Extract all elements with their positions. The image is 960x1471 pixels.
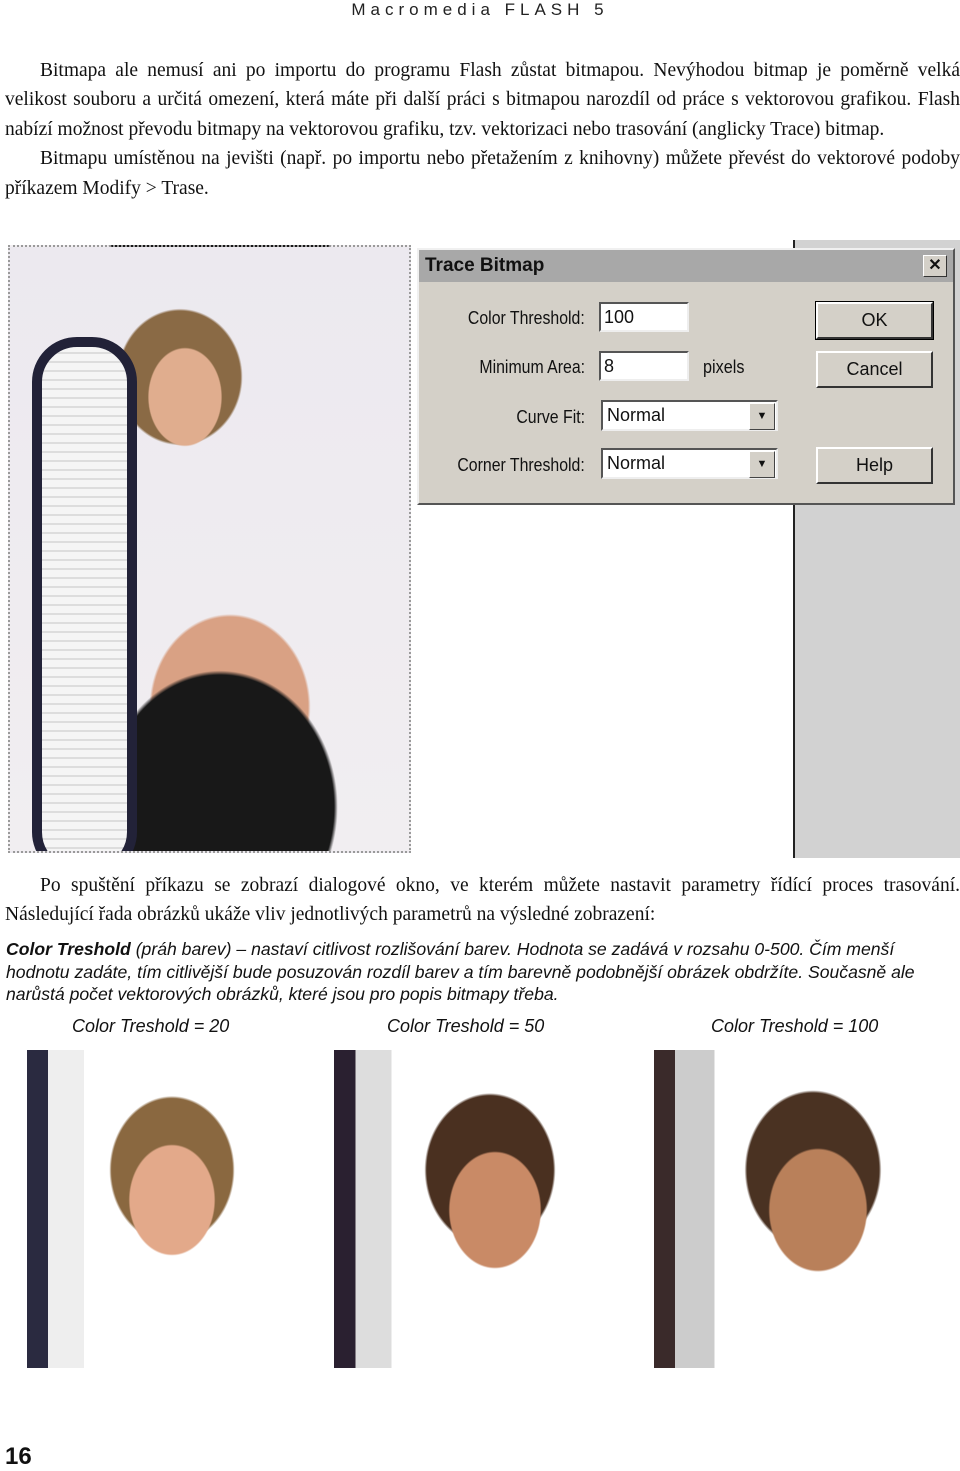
chevron-down-icon[interactable]: ▼ [749,403,775,430]
close-icon[interactable]: ✕ [923,255,947,277]
curve-fit-select[interactable]: Normal ▼ [601,400,778,431]
tennis-player-photo [8,245,411,853]
color-threshold-note: Color Treshold (práh barev) – nastaví ci… [6,938,956,1006]
cancel-button[interactable]: Cancel [816,351,933,388]
curve-fit-value: Normal [607,405,666,425]
paragraph: Bitmapu umístěnou na jevišti (např. po i… [5,148,960,199]
trace-bitmap-dialog: Trace Bitmap ✕ Color Threshold: 100 Mini… [417,248,955,505]
note-term: Color Treshold [6,939,131,959]
pixels-unit: pixels [703,357,745,377]
running-header: Macromedia FLASH 5 [351,0,609,19]
corner-threshold-select[interactable]: Normal ▼ [601,448,778,479]
curve-fit-label: Curve Fit: [516,407,585,427]
trace-result-50-image [325,1050,628,1368]
minimum-area-input[interactable]: 8 [599,351,689,381]
after-text: Po spuštění příkazu se zobrazí dialogové… [5,871,960,930]
dialog-title: Trace Bitmap [425,255,545,276]
corner-threshold-label: Corner Threshold: [457,455,585,475]
intro-text: Bitmapa ale nemusí ani po importu do pro… [5,56,960,203]
page-number: 16 [5,1443,32,1470]
ok-button[interactable]: OK [815,301,934,340]
caption-20: Color Treshold = 20 [72,1016,230,1036]
paragraph: Po spuštění příkazu se zobrazí dialogové… [5,875,960,926]
help-button[interactable]: Help [816,447,933,484]
trace-result-20-image [12,1050,312,1368]
caption-50: Color Treshold = 50 [387,1016,545,1036]
dialog-titlebar: Trace Bitmap ✕ [419,250,953,282]
racket-graphic [32,337,137,851]
caption-100: Color Treshold = 100 [711,1016,879,1036]
paragraph: Bitmapa ale nemusí ani po importu do pro… [5,60,960,140]
color-threshold-input[interactable]: 100 [599,302,689,332]
minimum-area-label: Minimum Area: [479,357,585,377]
trace-result-100-image [648,1050,950,1368]
color-threshold-label: Color Threshold: [468,308,585,328]
corner-threshold-value: Normal [607,453,666,473]
chevron-down-icon[interactable]: ▼ [749,451,775,478]
note-text: (práh barev) – nastaví citlivost rozlišo… [6,939,915,1005]
